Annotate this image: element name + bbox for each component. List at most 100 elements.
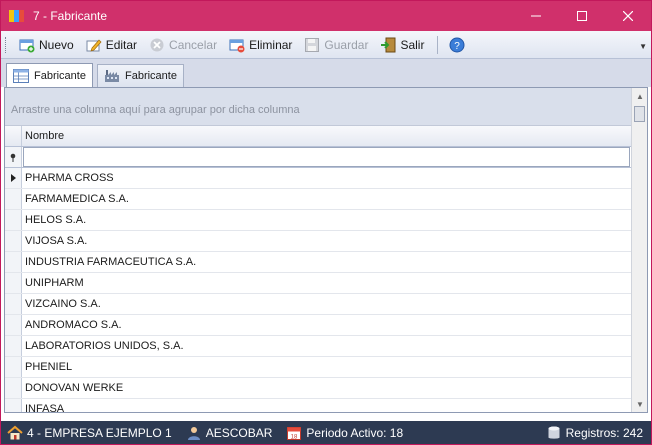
filter-row-indicator (5, 147, 22, 167)
cancel-icon (150, 38, 164, 51)
cell-nombre[interactable]: ANDROMACO S.A. (22, 315, 122, 335)
toolbar-overflow-icon[interactable]: ▼ (639, 42, 647, 51)
cancelar-button[interactable]: Cancelar (144, 34, 222, 56)
tab-label: Fabricante (34, 69, 86, 82)
guardar-button[interactable]: Guardar (299, 34, 373, 56)
maximize-button[interactable] (559, 1, 605, 31)
registros-text: Registros: 242 (565, 426, 643, 440)
table-row[interactable]: INDUSTRIA FARMACEUTICA S.A. (5, 252, 631, 273)
title-bar[interactable]: 7 - Fabricante (1, 1, 651, 31)
table-row[interactable]: PHENIEL (5, 357, 631, 378)
minimize-button[interactable] (513, 1, 559, 31)
new-record-icon (19, 39, 35, 52)
column-header-nombre[interactable]: Nombre (22, 126, 64, 146)
save-disk-icon (305, 37, 320, 52)
editar-button[interactable]: Editar (81, 34, 142, 56)
nombre-filter-input[interactable] (23, 147, 630, 167)
guardar-label: Guardar (324, 37, 369, 52)
toolbar: Nuevo Editar Cancelar Eliminar Guardar S… (1, 31, 651, 59)
delete-record-icon (229, 39, 245, 52)
database-icon (548, 426, 560, 439)
row-indicator (5, 273, 22, 293)
eliminar-button[interactable]: Eliminar (224, 34, 297, 56)
home-icon (7, 425, 23, 440)
calendar-icon: 18 (287, 427, 302, 441)
current-row-arrow-icon (10, 174, 16, 182)
cell-nombre[interactable]: VIJOSA S.A. (22, 231, 87, 251)
empresa-text: 4 - EMPRESA EJEMPLO 1 (27, 426, 172, 440)
table-row[interactable]: HELOS S.A. (5, 210, 631, 231)
cell-nombre[interactable]: HELOS S.A. (22, 210, 86, 230)
user-icon (187, 427, 200, 440)
edit-pencil-icon (86, 38, 102, 52)
cell-nombre[interactable]: INFASA (22, 399, 64, 412)
grid-rows: PHARMA CROSS FARMAMEDICA S.A. HELOS S.A.… (5, 168, 631, 412)
group-by-hint: Arrastre una columna aquí para agrupar p… (11, 104, 300, 116)
status-bar: 4 - EMPRESA EJEMPLO 1 AESCOBAR 18 Period… (1, 421, 651, 444)
close-button[interactable] (605, 1, 651, 31)
grid-header: Nombre (5, 126, 631, 147)
table-row[interactable]: VIZCAINO S.A. (5, 294, 631, 315)
editar-label: Editar (105, 37, 138, 52)
toolbar-grip[interactable] (5, 36, 8, 53)
scroll-thumb[interactable] (634, 106, 645, 122)
row-indicator (5, 336, 22, 356)
cell-nombre[interactable]: VIZCAINO S.A. (22, 294, 101, 314)
salir-button[interactable]: Salir (375, 34, 429, 56)
help-button[interactable]: ? (444, 34, 474, 56)
cell-nombre[interactable]: UNIPHARM (22, 273, 84, 293)
row-indicator (5, 378, 22, 398)
group-by-area[interactable]: Arrastre una columna aquí para agrupar p… (5, 88, 631, 126)
svg-text:?: ? (455, 41, 461, 52)
table-row[interactable]: FARMAMEDICA S.A. (5, 189, 631, 210)
status-usuario[interactable]: AESCOBAR (186, 425, 272, 441)
close-icon (623, 11, 633, 21)
svg-text:18: 18 (291, 435, 298, 441)
row-indicator (5, 399, 22, 412)
table-row[interactable]: ANDROMACO S.A. (5, 315, 631, 336)
window-controls (513, 1, 651, 31)
tab-strip: Fabricante Fabricante (1, 59, 651, 87)
exit-door-icon (381, 37, 396, 52)
header-indicator-cell (5, 126, 22, 146)
cancelar-label: Cancelar (169, 37, 218, 52)
salir-label: Salir (400, 37, 425, 52)
cell-nombre[interactable]: PHENIEL (22, 357, 72, 377)
row-indicator (5, 315, 22, 335)
row-indicator (5, 210, 22, 230)
minimize-icon (531, 15, 541, 17)
tab-fabricante-detail[interactable]: Fabricante (97, 64, 184, 87)
nuevo-button[interactable]: Nuevo (14, 34, 79, 56)
pin-icon (10, 153, 16, 162)
table-row[interactable]: PHARMA CROSS (5, 168, 631, 189)
scroll-down-icon[interactable]: ▼ (632, 396, 648, 412)
table-row[interactable]: INFASA (5, 399, 631, 412)
cell-nombre[interactable]: PHARMA CROSS (22, 168, 114, 188)
cell-nombre[interactable]: FARMAMEDICA S.A. (22, 189, 129, 209)
row-indicator (5, 231, 22, 251)
app-window: 7 - Fabricante Nuevo Editar Cancelar Eli… (0, 0, 652, 445)
status-registros: Registros: 242 (546, 425, 643, 441)
app-logo-icon (9, 9, 25, 23)
table-row[interactable]: UNIPHARM (5, 273, 631, 294)
status-empresa[interactable]: 4 - EMPRESA EJEMPLO 1 (7, 425, 172, 441)
table-icon (13, 68, 29, 83)
vertical-scrollbar[interactable]: ▲ ▼ (631, 88, 647, 412)
scroll-up-icon[interactable]: ▲ (632, 88, 648, 104)
row-indicator (5, 189, 22, 209)
nuevo-label: Nuevo (39, 37, 74, 52)
cell-nombre[interactable]: DONOVAN WERKE (22, 378, 123, 398)
cell-nombre[interactable]: LABORATORIOS UNIDOS, S.A. (22, 336, 184, 356)
grid-panel: Arrastre una columna aquí para agrupar p… (4, 87, 648, 413)
table-row[interactable]: LABORATORIOS UNIDOS, S.A. (5, 336, 631, 357)
table-row[interactable]: VIJOSA S.A. (5, 231, 631, 252)
row-indicator (5, 168, 22, 188)
maximize-icon (577, 11, 587, 21)
tab-fabricante-grid[interactable]: Fabricante (6, 63, 93, 87)
row-indicator (5, 357, 22, 377)
status-periodo[interactable]: 18 Periodo Activo: 18 (286, 425, 403, 441)
cell-nombre[interactable]: INDUSTRIA FARMACEUTICA S.A. (22, 252, 196, 272)
filter-row (5, 147, 631, 168)
table-row[interactable]: DONOVAN WERKE (5, 378, 631, 399)
tab-label: Fabricante (125, 70, 177, 82)
